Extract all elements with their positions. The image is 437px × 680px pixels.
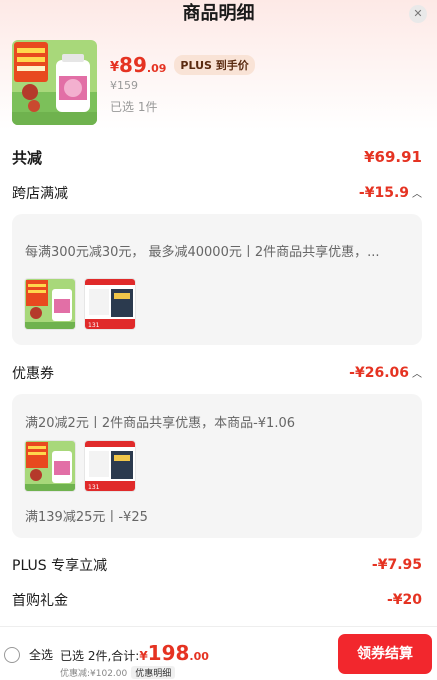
- original-price: ¥159: [110, 79, 138, 92]
- coupon-desc-2: 满139减25元丨-¥25: [25, 510, 148, 525]
- total-discount-label: 共减: [12, 148, 43, 167]
- page-title: 商品明细: [182, 3, 255, 24]
- first-gift-row: 首购礼金 -¥20: [12, 589, 422, 611]
- product-thumb-supplement[interactable]: [24, 278, 76, 330]
- coupon-value: -¥26.06: [349, 365, 409, 381]
- checkout-button[interactable]: 领券结算: [338, 634, 432, 674]
- total-integer: 198: [147, 641, 190, 665]
- header: 商品明细 ✕: [0, 0, 437, 30]
- dog-label: 131: [88, 322, 100, 329]
- product-image: [12, 40, 97, 125]
- price-symbol: ¥: [110, 59, 120, 75]
- plus-discount-label: PLUS 专享立减: [12, 558, 108, 574]
- plus-price-tag: PLUS 到手价: [174, 55, 255, 75]
- discount-detail-button[interactable]: 优惠明细: [131, 666, 176, 679]
- total-line: 已选 2件,合计: ¥ 198 .00: [60, 641, 209, 665]
- total-discount-value: ¥69.91: [364, 148, 422, 166]
- cross-store-value: -¥15.9: [358, 185, 409, 201]
- price-integer: 89: [119, 53, 147, 77]
- coupon-value-wrap: -¥26.06 ︿: [349, 365, 422, 381]
- total-symbol: ¥: [139, 649, 148, 663]
- product-thumb-supplement[interactable]: [24, 440, 76, 492]
- select-all-label[interactable]: 全选: [29, 646, 53, 663]
- first-gift-label: 首购礼金: [12, 593, 68, 609]
- coupon-desc-1: 满20减2元丨2件商品共享优惠，本商品-¥1.06: [25, 416, 295, 431]
- cross-store-value-wrap: -¥15.9 ︿: [359, 185, 422, 201]
- product-thumb-dogfood[interactable]: 131: [84, 440, 136, 492]
- plus-discount-row: PLUS 专享立减 -¥7.95: [12, 554, 422, 576]
- plus-discount-value: -¥7.95: [371, 557, 422, 573]
- close-icon[interactable]: ✕: [409, 5, 427, 23]
- chevron-up-icon[interactable]: ︿: [412, 369, 422, 380]
- total-discount-row: 共减 ¥69.91: [12, 146, 422, 168]
- coupon-row[interactable]: 优惠券 -¥26.06 ︿: [12, 362, 422, 384]
- cross-store-desc: 每满300元减30元， 最多减40000元丨2件商品共享优惠，...: [25, 245, 380, 260]
- select-all-radio[interactable]: [4, 647, 20, 663]
- price-row: ¥ 89 .09 PLUS 到手价: [110, 52, 255, 78]
- first-gift-value: -¥20: [386, 592, 422, 608]
- price-decimal: .09: [146, 61, 167, 75]
- selected-count: 已选 1件: [110, 100, 158, 114]
- selected-total-label: 已选 2件,合计:: [60, 649, 140, 663]
- chevron-up-icon[interactable]: ︿: [412, 189, 422, 200]
- cross-store-label: 跨店满减: [12, 186, 68, 202]
- total-decimal: .00: [189, 650, 209, 663]
- cross-store-row[interactable]: 跨店满减 -¥15.9 ︿: [12, 182, 422, 204]
- coupon-panel: 满20减2元丨2件商品共享优惠，本商品-¥1.06 131 满139减25元丨-…: [12, 394, 422, 538]
- product-thumb-dogfood[interactable]: 131: [84, 278, 136, 330]
- dog-label: 131: [88, 484, 100, 491]
- discount-amount: 优惠减:¥102.00: [60, 669, 128, 679]
- bottom-bar: 全选 已选 2件,合计: ¥ 198 .00 优惠减:¥102.00 优惠明细 …: [0, 626, 437, 680]
- coupon-label: 优惠券: [12, 366, 54, 382]
- cross-store-panel: 每满300元减30元， 最多减40000元丨2件商品共享优惠，... 131: [12, 214, 422, 345]
- discount-line: 优惠减:¥102.00 优惠明细: [60, 666, 176, 679]
